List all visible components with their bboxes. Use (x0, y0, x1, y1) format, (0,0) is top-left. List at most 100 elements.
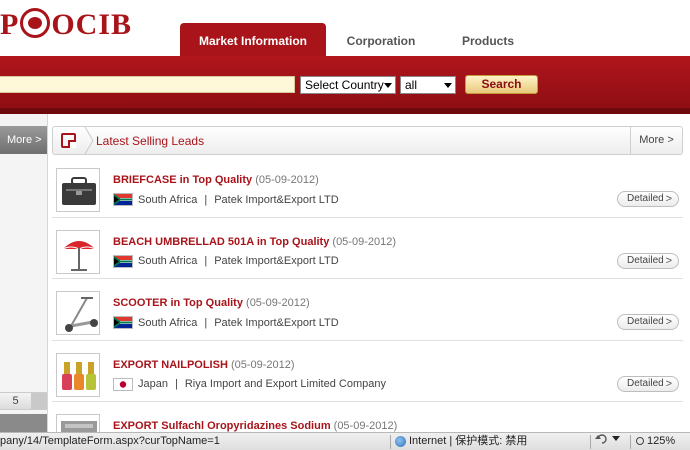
lead-title-link[interactable]: BRIEFCASE in Top Quality (05-09-2012) (113, 174, 319, 186)
detailed-button[interactable]: Detailed > (617, 252, 679, 269)
detailed-button[interactable]: Detailed > (617, 314, 679, 330)
sidebar-more-label: More (7, 134, 33, 146)
lead-country: South Africa (138, 316, 198, 329)
meta-separator: | (174, 378, 178, 390)
site-logo[interactable]: P OCIB (0, 8, 132, 42)
detailed-label: Detailed (627, 377, 664, 389)
zoom-control[interactable]: 125% (636, 433, 675, 450)
briefcase-image[interactable] (56, 168, 100, 212)
country-select-value: Select Country (305, 78, 384, 92)
status-url: pany/14/TemplateForm.aspx?curTopName=1 (0, 435, 220, 447)
lead-date: (05-09-2012) (333, 420, 398, 432)
chevron-right-icon: > (35, 134, 42, 146)
lead-meta: South Africa | Patek Import&Export LTD (113, 193, 339, 206)
dropdown-arrow-icon (612, 436, 620, 441)
logo-mark-prefix: P (0, 8, 20, 41)
detailed-button[interactable]: Detailed > (617, 375, 679, 392)
detailed-label: Detailed (627, 254, 664, 266)
lead-country: South Africa (138, 255, 198, 267)
meta-separator: | (204, 316, 208, 329)
panel-more-button[interactable]: More > (630, 127, 682, 154)
site-header: P OCIB Market Information Corporation Pro… (0, 0, 690, 56)
japan-flag-icon (113, 377, 133, 391)
south-africa-flag-icon (113, 254, 133, 268)
zoom-level: 125% (647, 435, 676, 447)
tab-corporation[interactable]: Corporation (326, 23, 436, 56)
status-divider (590, 435, 591, 449)
panel-more-label: More (639, 134, 665, 146)
security-zone[interactable]: Internet | 保护模式: 禁用 (395, 433, 527, 450)
umbrella-image[interactable] (56, 229, 100, 274)
status-divider (390, 435, 391, 449)
chevron-right-icon: > (665, 316, 672, 328)
lead-country: Japan (138, 378, 168, 390)
dropdown-arrow-icon (384, 83, 392, 88)
document-icon (61, 133, 76, 148)
main-nav-tabs: Market Information Corporation Products (180, 23, 540, 56)
chevron-right-icon: > (667, 134, 674, 146)
meta-separator: | (204, 193, 208, 206)
lead-company: Riya Import and Export Limited Company (184, 378, 386, 390)
list-item: SCOOTER in Top Quality (05-09-2012) Sout… (52, 279, 683, 341)
refresh-icon (595, 434, 607, 444)
chevron-right-icon: > (665, 377, 672, 390)
dropdown-arrow-icon (444, 83, 452, 88)
lead-title: EXPORT Sulfachl Oropyridazines Sodium (113, 420, 331, 432)
lead-title-link[interactable]: EXPORT NAILPOLISH (05-09-2012) (113, 359, 295, 371)
south-africa-flag-icon (113, 193, 133, 206)
lead-title: SCOOTER in Top Quality (113, 297, 243, 309)
nailpolish-image[interactable] (56, 352, 100, 397)
selling-leads-list: BRIEFCASE in Top Quality (05-09-2012) So… (52, 156, 683, 450)
list-item: EXPORT NAILPOLISH (05-09-2012) Japan | R… (52, 341, 683, 402)
search-bar-bottom-strip (0, 108, 690, 114)
lead-company: Patek Import&Export LTD (214, 316, 339, 329)
country-select[interactable]: Select Country (300, 76, 396, 94)
status-divider (630, 435, 631, 449)
category-select[interactable]: all (400, 76, 456, 94)
detailed-label: Detailed (627, 193, 664, 204)
magnifier-icon (636, 437, 644, 445)
list-item: BEACH UMBRELLAD 501A in Top Quality (05-… (52, 218, 683, 279)
lead-country: South Africa (138, 193, 198, 206)
lead-date: (05-09-2012) (332, 235, 396, 248)
tab-products[interactable]: Products (436, 23, 540, 56)
lead-title-link[interactable]: BEACH UMBRELLAD 501A in Top Quality (05-… (113, 236, 396, 248)
list-item: BRIEFCASE in Top Quality (05-09-2012) So… (52, 156, 683, 218)
lead-meta: Japan | Riya Import and Export Limited C… (113, 377, 386, 391)
lead-date: (05-09-2012) (230, 358, 295, 371)
panel-title: Latest Selling Leads (96, 134, 205, 148)
keyword-input[interactable] (0, 76, 295, 93)
sidebar-more-button[interactable]: More > (0, 126, 47, 154)
lead-date: (05-09-2012) (255, 174, 319, 186)
scooter-image[interactable] (56, 291, 100, 335)
chemical-image[interactable] (56, 414, 100, 434)
lead-date: (05-09-2012) (246, 297, 310, 309)
globe-icon (395, 436, 406, 447)
header-divider-arrow (83, 127, 95, 154)
lead-company: Patek Import&Export LTD (214, 193, 339, 206)
latest-selling-leads-header: Latest Selling Leads More > (52, 126, 683, 155)
detailed-label: Detailed (627, 316, 664, 327)
meta-separator: | (204, 255, 208, 267)
detailed-button[interactable]: Detailed > (617, 191, 679, 207)
lead-company: Patek Import&Export LTD (214, 255, 339, 267)
south-africa-flag-icon (113, 316, 133, 329)
browser-status-bar: pany/14/TemplateForm.aspx?curTopName=1 I… (0, 432, 690, 450)
lead-meta: South Africa | Patek Import&Export LTD (113, 254, 339, 268)
status-tools[interactable] (595, 433, 620, 445)
sidebar-scroll-block (0, 414, 47, 432)
tab-market-information[interactable]: Market Information (180, 23, 326, 56)
lead-title: BEACH UMBRELLAD 501A in Top Quality (113, 235, 330, 248)
left-sidebar (0, 114, 48, 432)
lead-title-link[interactable]: EXPORT Sulfachl Oropyridazines Sodium (0… (113, 420, 397, 432)
lead-title-link[interactable]: SCOOTER in Top Quality (05-09-2012) (113, 297, 310, 309)
security-zone-label: Internet | 保护模式: 禁用 (409, 435, 528, 447)
lead-title: EXPORT NAILPOLISH (113, 358, 228, 371)
sidebar-page-number[interactable]: 5 (0, 392, 47, 410)
chevron-right-icon: > (665, 193, 672, 205)
lead-title: BRIEFCASE in Top Quality (113, 174, 253, 186)
search-bar: Select Country all (0, 56, 690, 114)
logo-text: OCIB (51, 8, 133, 41)
search-button[interactable]: Search (465, 75, 538, 94)
lead-meta: South Africa | Patek Import&Export LTD (113, 316, 339, 329)
